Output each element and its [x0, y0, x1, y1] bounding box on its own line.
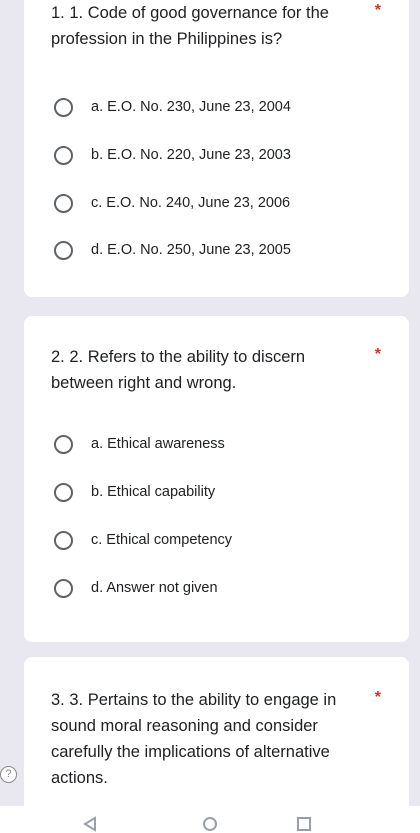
question-card-3: 3. 3. Pertains to the ability to engage …: [24, 657, 409, 817]
option-label: d. E.O. No. 250, June 23, 2005: [91, 242, 291, 258]
option-d[interactable]: d. E.O. No. 250, June 23, 2005: [54, 238, 291, 262]
radio-button[interactable]: [54, 145, 73, 165]
option-a[interactable]: a. E.O. No. 230, June 23, 2004: [54, 95, 291, 119]
option-label: a. E.O. No. 230, June 23, 2004: [91, 99, 291, 115]
question-title: 3. 3. Pertains to the ability to engage …: [51, 691, 337, 787]
option-label: b. Ethical capability: [91, 484, 216, 500]
question-card-1: 1. 1. Code of good governance for the pr…: [24, 0, 409, 297]
option-c[interactable]: c. E.O. No. 240, June 23, 2006: [54, 191, 290, 215]
help-icon[interactable]: ?: [0, 766, 17, 783]
question-title: 1. 1. Code of good governance for the pr…: [51, 4, 329, 48]
option-label: c. E.O. No. 240, June 23, 2006: [91, 195, 291, 211]
recents-icon[interactable]: [296, 816, 312, 832]
radio-button[interactable]: [54, 578, 73, 598]
question-title: 2. 2. Refers to the ability to discern b…: [51, 348, 306, 392]
option-label: a. Ethical awareness: [91, 436, 225, 452]
radio-button[interactable]: [54, 482, 73, 502]
radio-button[interactable]: [54, 530, 73, 550]
option-d[interactable]: d. Answer not given: [54, 576, 218, 600]
radio-button[interactable]: [54, 193, 73, 213]
home-icon[interactable]: [202, 816, 218, 832]
option-c[interactable]: c. Ethical competency: [54, 528, 232, 552]
required-asterisk: *: [374, 689, 381, 706]
option-label: c. Ethical competency: [91, 532, 233, 548]
required-asterisk: *: [374, 346, 381, 363]
required-asterisk: *: [374, 2, 381, 19]
option-a[interactable]: a. Ethical awareness: [54, 432, 225, 456]
option-b[interactable]: b. E.O. No. 220, June 23, 2003: [54, 143, 291, 167]
radio-button[interactable]: [54, 97, 73, 117]
option-b[interactable]: b. Ethical capability: [54, 480, 215, 504]
question-card-2: 2. 2. Refers to the ability to discern b…: [24, 316, 409, 642]
radio-button[interactable]: [54, 434, 73, 454]
android-navigation-bar: [0, 806, 420, 833]
option-label: d. Answer not given: [91, 580, 218, 596]
option-label: b. E.O. No. 220, June 23, 2003: [91, 147, 291, 163]
back-icon[interactable]: [82, 816, 98, 832]
radio-button[interactable]: [54, 240, 73, 260]
